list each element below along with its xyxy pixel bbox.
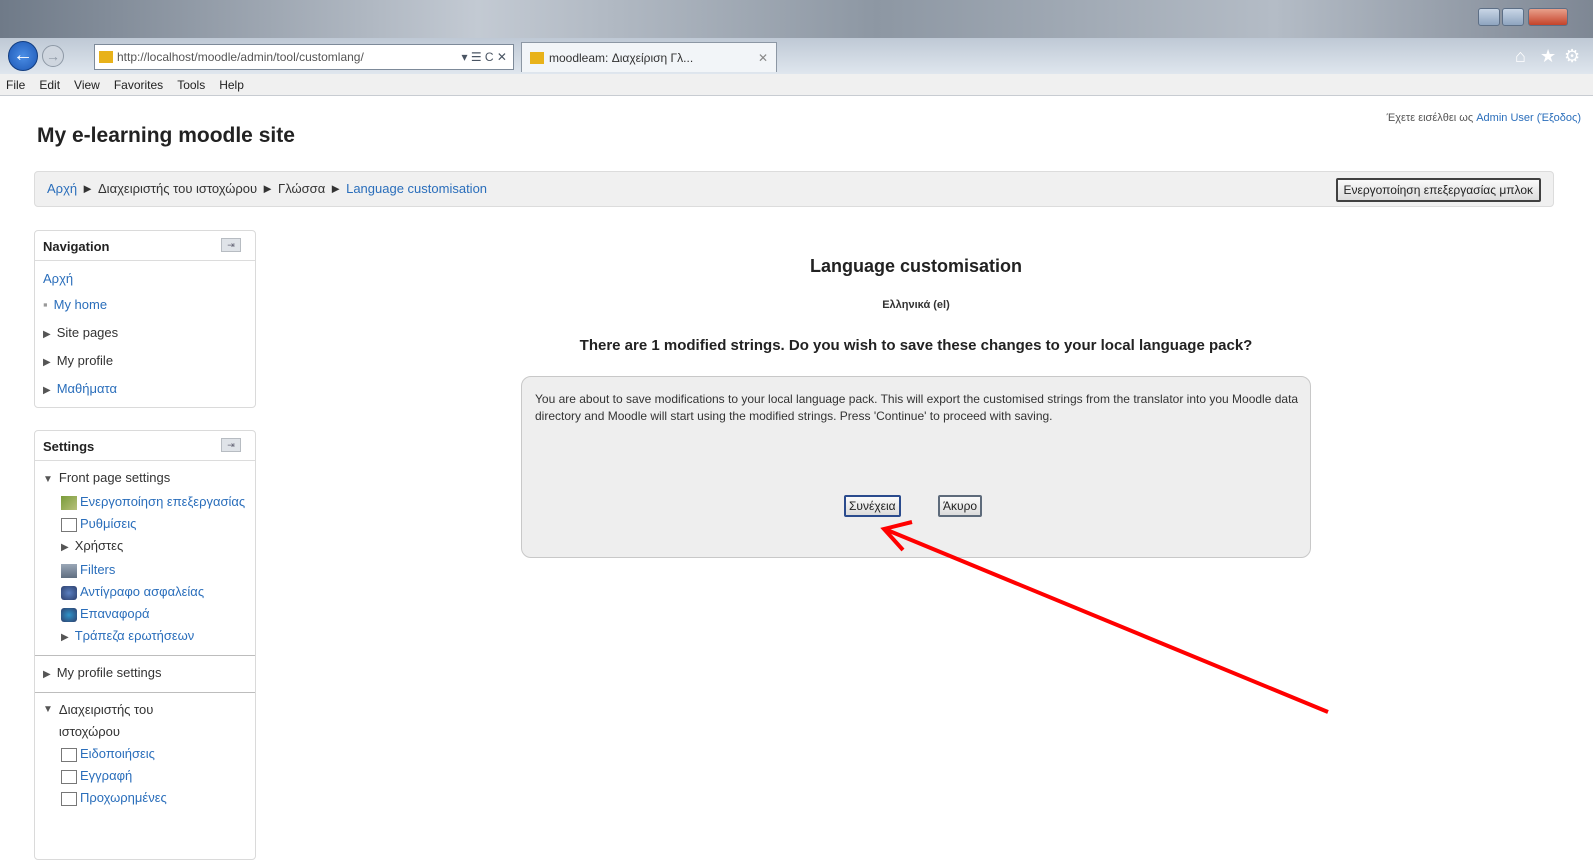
filter-icon (61, 563, 77, 578)
gear-icon[interactable]: ⚙ (1564, 46, 1580, 67)
nav-site-pages[interactable]: Site pages (57, 325, 118, 340)
document-icon (61, 791, 77, 806)
tab-title: moodleam: Διαχείριση Γλ... (549, 50, 694, 65)
settings-block-content: ▼ Front page settings Ενεργοποίηση επεξερ… (35, 461, 255, 815)
collapse-triangle-icon[interactable]: ▼ (43, 474, 53, 485)
browser-tab-active[interactable]: moodleam: Διαχείριση Γλ... ✕ (521, 42, 777, 72)
page-heading: Language customisation (809, 256, 1023, 276)
url-text: http://localhost/moodle/admin/tool/custo… (117, 50, 364, 64)
settings-turn-editing-on[interactable]: Ενεργοποίηση επεξεργασίας (80, 494, 245, 509)
navigation-block-title: Navigation (43, 239, 110, 254)
expand-triangle-icon[interactable]: ▶ (43, 357, 51, 368)
navigation-block: Navigation ⇥ Αρχή ▪ My home ▶ Site pages ▶… (34, 230, 256, 408)
confirm-question: There are 1 modified strings. Do you wis… (579, 337, 1253, 354)
dock-block-icon[interactable]: ⇥ (221, 238, 241, 252)
forward-arrow-icon[interactable]: → (42, 45, 64, 67)
breadcrumb-site-admin[interactable]: Διαχειριστής του ιστοχώρου (98, 181, 257, 196)
nav-my-home[interactable]: My home (54, 297, 107, 312)
pencil-icon (61, 495, 77, 510)
breadcrumb-separator: ► (261, 181, 275, 196)
breadcrumb-separator: ► (329, 181, 343, 196)
document-icon (61, 747, 77, 762)
language-name: Ελληνικά (el) (882, 299, 950, 311)
menu-file[interactable]: File (6, 78, 25, 92)
expand-triangle-icon[interactable]: ▶ (43, 329, 51, 340)
settings-settings[interactable]: Ρυθμίσεις (80, 516, 136, 531)
bullet-icon: ▪ (43, 297, 48, 312)
divider (35, 655, 255, 656)
confirm-message: You are about to save modifications to y… (535, 392, 1299, 423)
page-body: My e-learning moodle site Έχετε εισέλθει… (0, 96, 1593, 860)
settings-users[interactable]: Χρήστες (75, 538, 124, 553)
front-page-settings[interactable]: Front page settings (59, 470, 170, 485)
site-administration[interactable]: Διαχειριστής του ιστοχώρου (59, 699, 179, 743)
collapse-triangle-icon[interactable]: ▼ (43, 699, 53, 743)
settings-block-header: Settings ⇥ (35, 431, 255, 461)
site-title: My e-learning moodle site (37, 124, 295, 147)
expand-triangle-icon[interactable]: ▶ (61, 632, 69, 643)
admin-advanced[interactable]: Προχωρημένες (80, 790, 167, 805)
turn-editing-on-button[interactable]: Ενεργοποίηση επεξεργασίας μπλοκ (1335, 178, 1541, 202)
favorites-star-icon[interactable]: ★ (1540, 46, 1556, 67)
settings-filters[interactable]: Filters (80, 562, 115, 577)
menu-bar: File Edit View Favorites Tools Help (0, 74, 1593, 96)
breadcrumb-separator: ► (81, 181, 94, 196)
cancel-button[interactable]: Άκυρο (938, 495, 983, 517)
divider (35, 692, 255, 693)
navbar: Αρχή ► Διαχειριστής του ιστοχώρου ► Γλώσσα ► L… (34, 171, 1554, 207)
menu-tools[interactable]: Tools (177, 78, 205, 92)
admin-notifications[interactable]: Ειδοποιήσεις (80, 746, 155, 761)
breadcrumb: Αρχή ► Διαχειριστής του ιστοχώρου ► Γλώσσα ► L… (47, 181, 487, 196)
user-link[interactable]: Admin User (1476, 112, 1533, 124)
confirm-dialog: You are about to save modifications to y… (521, 376, 1311, 558)
nav-my-profile[interactable]: My profile (57, 353, 113, 368)
backup-icon (61, 585, 77, 600)
settings-restore[interactable]: Επαναφορά (80, 606, 150, 621)
restore-icon (61, 607, 77, 622)
expand-triangle-icon[interactable]: ▶ (43, 385, 51, 396)
close-window-button[interactable] (1528, 8, 1568, 26)
settings-block-title: Settings (43, 439, 95, 454)
moodle-favicon-icon (99, 51, 113, 63)
menu-edit[interactable]: Edit (39, 78, 60, 92)
settings-block: Settings ⇥ ▼ Front page settings Ενεργοπο… (34, 430, 256, 860)
minimize-button[interactable] (1478, 8, 1500, 26)
document-icon (61, 517, 77, 532)
menu-favorites[interactable]: Favorites (114, 78, 163, 92)
settings-backup[interactable]: Αντίγραφο ασφαλείας (80, 584, 204, 599)
breadcrumb-home[interactable]: Αρχή (47, 181, 77, 196)
address-bar[interactable]: http://localhost/moodle/admin/tool/custo… (94, 44, 514, 70)
moodle-favicon-icon (530, 51, 544, 64)
continue-button[interactable]: Συνέχεια (844, 495, 901, 517)
expand-triangle-icon[interactable]: ▶ (61, 542, 69, 553)
close-tab-icon[interactable]: ✕ (758, 51, 768, 65)
breadcrumb-current[interactable]: Language customisation (346, 181, 487, 196)
my-profile-settings[interactable]: My profile settings (57, 665, 162, 680)
nav-courses[interactable]: Μαθήματα (57, 381, 117, 396)
nav-home[interactable]: Αρχή (43, 271, 73, 286)
document-icon (61, 769, 77, 784)
navigation-block-content: Αρχή ▪ My home ▶ Site pages ▶ My profile ▶ Μ… (35, 261, 255, 409)
menu-help[interactable]: Help (219, 78, 244, 92)
home-icon[interactable]: ⌂ (1515, 46, 1526, 67)
settings-question-bank[interactable]: Τράπεζα ερωτήσεων (75, 628, 195, 643)
address-actions[interactable]: ▾ ☰ C ✕ (455, 50, 513, 64)
logout-link[interactable]: (Έξοδος) (1537, 112, 1581, 124)
navigation-block-header: Navigation ⇥ (35, 231, 255, 261)
maximize-button[interactable] (1502, 8, 1524, 26)
admin-registration[interactable]: Εγγραφή (80, 768, 132, 783)
window-titlebar (0, 0, 1593, 38)
back-arrow-icon[interactable]: ← (8, 41, 38, 71)
menu-view[interactable]: View (74, 78, 100, 92)
dock-block-icon[interactable]: ⇥ (221, 438, 241, 452)
breadcrumb-language[interactable]: Γλώσσα (278, 181, 325, 196)
browser-chrome: ← → http://localhost/moodle/admin/tool/c… (0, 0, 1593, 74)
expand-triangle-icon[interactable]: ▶ (43, 669, 51, 680)
login-prefix: Έχετε εισέλθει ως (1386, 112, 1474, 124)
login-info: Έχετε εισέλθει ως Admin User (Έξοδος) (1387, 112, 1581, 124)
